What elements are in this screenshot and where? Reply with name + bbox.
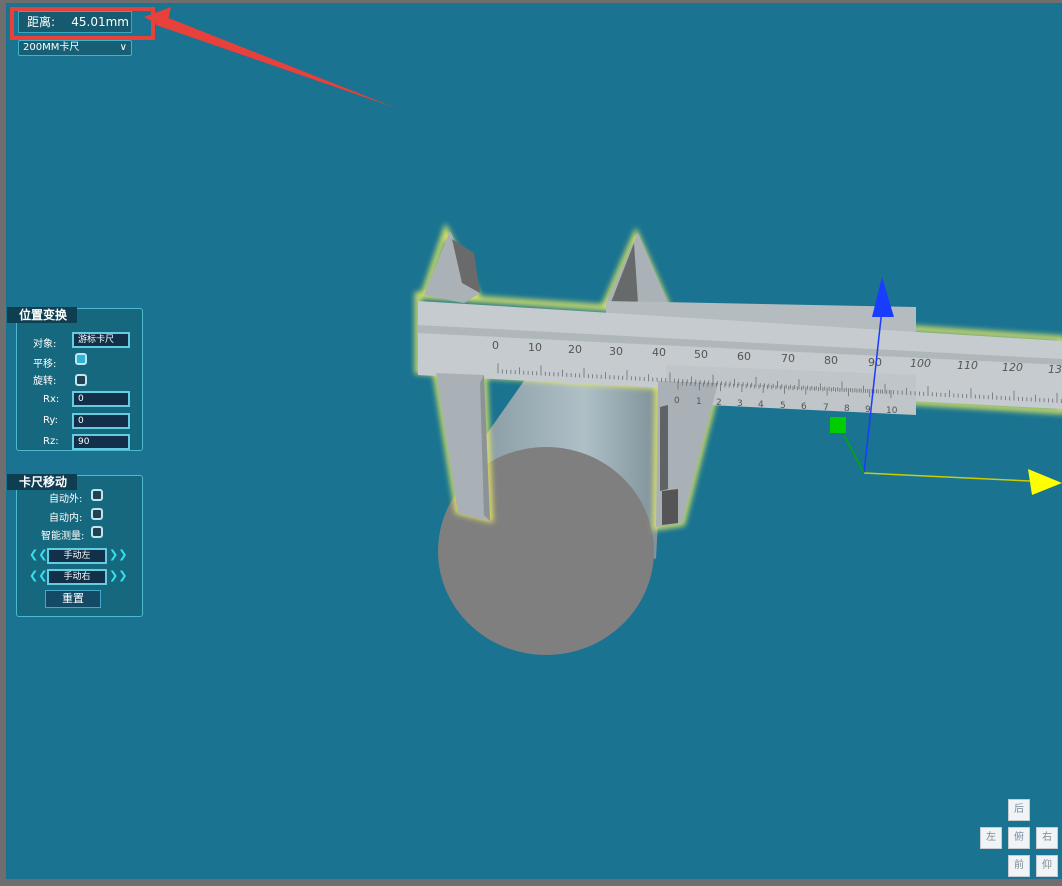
y-axis-line <box>843 434 865 474</box>
translate-checkbox[interactable] <box>75 353 87 365</box>
right-arrow-icon[interactable]: ❯❯ <box>109 549 127 561</box>
vernier-scale-label: 1 <box>696 397 702 407</box>
view-top-button[interactable]: 俯 <box>1008 827 1030 849</box>
main-scale-label: 30 <box>609 345 623 358</box>
rz-input[interactable]: 90 <box>72 434 130 450</box>
object-label: 对象: <box>33 339 57 350</box>
manual-right-button[interactable]: 手动右 <box>47 569 107 585</box>
chevron-down-icon: ∨ <box>119 42 127 53</box>
main-scale-label: 40 <box>652 346 666 359</box>
main-scale-label: 50 <box>694 348 708 361</box>
x-axis-handle[interactable] <box>1028 469 1062 495</box>
left-arrow-icon[interactable]: ❮❮ <box>29 549 47 561</box>
main-scale-label: 60 <box>737 350 751 363</box>
smart-measure-checkbox[interactable] <box>91 526 103 538</box>
red-annotation-arrow <box>144 7 396 108</box>
caliper-type-select[interactable]: 200MM卡尺 ∨ <box>18 40 132 56</box>
vernier-scale-label: 4 <box>758 400 764 410</box>
caliper-move-panel: 卡尺移动 自动外: 自动内: 智能测量: ❮❮ 手动左 ❯❯ ❮❮ 手动右 ❯❯… <box>7 474 143 617</box>
main-scale-label: 70 <box>781 352 795 365</box>
vernier-scale-label: 0 <box>674 396 680 406</box>
transform-panel-title: 位置变换 <box>7 307 78 323</box>
right-arrow-icon[interactable]: ❯❯ <box>109 570 127 582</box>
ry-label: Ry: <box>43 415 58 426</box>
caliper-move-panel-title: 卡尺移动 <box>7 474 78 490</box>
rotate-label: 旋转: <box>33 376 57 387</box>
main-scale-label: 20 <box>568 343 582 356</box>
z-axis-handle[interactable] <box>872 277 894 317</box>
main-scale-label: 110 <box>957 359 978 372</box>
main-scale-label: 10 <box>528 341 542 354</box>
y-axis-handle[interactable] <box>830 417 846 433</box>
main-scale-label: 120 <box>1002 361 1023 374</box>
main-scale-label: 13 <box>1048 363 1062 376</box>
rotate-checkbox[interactable] <box>75 374 87 386</box>
vernier-scale-label: 2 <box>716 398 722 408</box>
manual-left-button[interactable]: 手动左 <box>47 548 107 564</box>
3d-scene[interactable]: 0 10 20 30 40 50 60 70 80 90 100 110 120… <box>6 3 1062 879</box>
vernier-scale-label: 6 <box>801 402 807 412</box>
smart-measure-label: 智能测量: <box>41 531 85 542</box>
auto-inner-label: 自动内: <box>49 513 83 524</box>
vernier-scale-label: 7 <box>823 403 829 413</box>
vernier-scale-label: 8 <box>844 404 850 414</box>
distance-highlight-box <box>10 7 155 40</box>
vernier-scale-label: 3 <box>737 399 743 409</box>
vernier-scale-label: 5 <box>780 401 786 411</box>
translate-label: 平移: <box>33 359 57 370</box>
view-right-button[interactable]: 右 <box>1036 827 1058 849</box>
main-scale-label: 80 <box>824 354 838 367</box>
view-left-button[interactable]: 左 <box>980 827 1002 849</box>
reset-button[interactable]: 重置 <box>45 590 101 608</box>
rx-label: Rx: <box>43 394 60 405</box>
left-arrow-icon[interactable]: ❮❮ <box>29 570 47 582</box>
main-scale-label: 0 <box>492 339 499 352</box>
transform-panel: 位置变换 对象: 游标卡尺 平移: 旋转: Rx: 0 Ry: 0 Rz: 90 <box>7 307 143 451</box>
x-axis-line <box>863 472 1031 482</box>
object-field[interactable]: 游标卡尺 <box>72 332 130 348</box>
auto-inner-checkbox[interactable] <box>91 508 103 520</box>
main-scale-label: 100 <box>910 357 931 370</box>
view-bottom-button[interactable]: 仰 <box>1036 855 1058 877</box>
vernier-scale-label: 10 <box>886 406 898 416</box>
rx-input[interactable]: 0 <box>72 391 130 407</box>
auto-outer-checkbox[interactable] <box>91 489 103 501</box>
view-back-button[interactable]: 后 <box>1008 799 1030 821</box>
rz-label: Rz: <box>43 436 59 447</box>
view-front-button[interactable]: 前 <box>1008 855 1030 877</box>
caliper-type-value: 200MM卡尺 <box>23 42 80 53</box>
auto-outer-label: 自动外: <box>49 494 83 505</box>
ry-input[interactable]: 0 <box>72 413 130 429</box>
3d-viewport[interactable]: 0 10 20 30 40 50 60 70 80 90 100 110 120… <box>6 3 1062 879</box>
